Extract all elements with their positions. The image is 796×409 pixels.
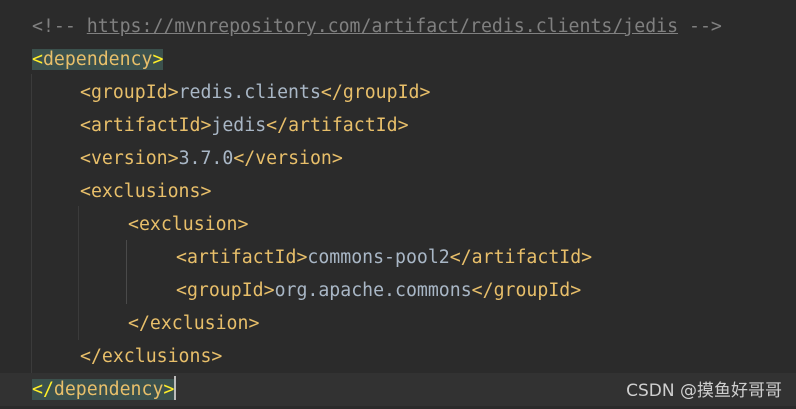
tag-name: version <box>90 148 168 169</box>
code-line-exclusions-open: <exclusions> <box>80 175 211 208</box>
tag-name: version <box>255 148 332 169</box>
tag-bracket: > <box>237 214 249 235</box>
tag-name: groupId <box>90 82 168 103</box>
code-line-exclusion-artifactid: <artifactId>commons-pool2</artifactId> <box>176 241 592 274</box>
tag-value: redis.clients <box>178 82 321 103</box>
tag-bracket: </ <box>449 247 472 268</box>
tag-value: org.apache.commons <box>274 280 472 301</box>
code-editor[interactable]: <!-- https://mvnrepository.com/artifact/… <box>0 0 796 409</box>
tag-bracket: < <box>176 247 187 268</box>
tag-name: dependency <box>53 379 164 400</box>
tag-bracket: > <box>581 247 593 268</box>
tag-bracket: < <box>176 280 187 301</box>
tag-name: groupId <box>493 280 571 301</box>
code-line-dependency-open: <dependency> <box>32 43 164 76</box>
tag-bracket: </ <box>471 280 494 301</box>
tag-bracket: > <box>211 346 223 367</box>
tag-name: exclusions <box>101 346 212 367</box>
tag-name: artifactId <box>471 247 582 268</box>
tag-bracket: > <box>331 148 343 169</box>
tag-value: 3.7.0 <box>178 148 234 169</box>
tag-name: artifactId <box>186 247 297 268</box>
tag-bracket: > <box>200 115 212 136</box>
code-line-groupid: <groupId>redis.clients</groupId> <box>80 76 430 109</box>
tag-name: artifactId <box>90 115 201 136</box>
tag-bracket: </ <box>128 313 150 334</box>
code-line-comment: <!-- https://mvnrepository.com/artifact/… <box>32 10 722 43</box>
tag-name: groupId <box>342 82 420 103</box>
tag-value: commons-pool2 <box>307 247 450 268</box>
repository-link[interactable]: https://mvnrepository.com/artifact/redis… <box>87 16 678 37</box>
tag-name: exclusions <box>90 181 201 202</box>
tag-bracket: < <box>80 115 91 136</box>
tag-bracket: </ <box>80 346 102 367</box>
watermark: CSDN @摸鱼好哥哥 <box>626 381 782 401</box>
tag-bracket: < <box>80 148 91 169</box>
tag-bracket: </ <box>320 82 343 103</box>
code-line-exclusion-open: <exclusion> <box>128 208 248 241</box>
indent-guide <box>31 74 32 374</box>
text-caret <box>174 376 177 400</box>
tag-bracket: > <box>167 82 179 103</box>
comment-close: --> <box>678 16 722 37</box>
tag-name: exclusion <box>149 313 249 334</box>
code-line-version: <version>3.7.0</version> <box>80 142 343 175</box>
tag-bracket: > <box>397 115 409 136</box>
code-line-exclusions-close: </exclusions> <box>80 340 222 373</box>
comment-open: <!-- <box>32 16 87 37</box>
tag-bracket: > <box>163 379 175 400</box>
tag-name: dependency <box>42 49 153 70</box>
tag-bracket: < <box>32 49 43 70</box>
tag-bracket: < <box>80 181 91 202</box>
tag-value: jedis <box>211 115 267 136</box>
tag-bracket: </ <box>233 148 256 169</box>
indent-guide <box>78 206 79 340</box>
tag-bracket: > <box>296 247 308 268</box>
code-line-exclusion-close: </exclusion> <box>128 307 259 340</box>
tag-bracket: > <box>167 148 179 169</box>
tag-bracket: > <box>152 49 164 70</box>
tag-bracket: > <box>200 181 212 202</box>
indent-guide <box>126 240 127 304</box>
tag-bracket: < <box>80 82 91 103</box>
tag-name: artifactId <box>288 115 398 136</box>
tag-bracket: </ <box>32 379 54 400</box>
tag-bracket: > <box>248 313 260 334</box>
tag-bracket: > <box>419 82 431 103</box>
tag-bracket: </ <box>266 115 289 136</box>
tag-name: groupId <box>186 280 264 301</box>
code-line-artifactid: <artifactId>jedis</artifactId> <box>80 109 409 142</box>
code-line-exclusion-groupid: <groupId>org.apache.commons</groupId> <box>176 274 581 307</box>
tag-name: exclusion <box>138 214 238 235</box>
tag-bracket: > <box>263 280 275 301</box>
tag-bracket: > <box>570 280 582 301</box>
tag-bracket: < <box>128 214 139 235</box>
